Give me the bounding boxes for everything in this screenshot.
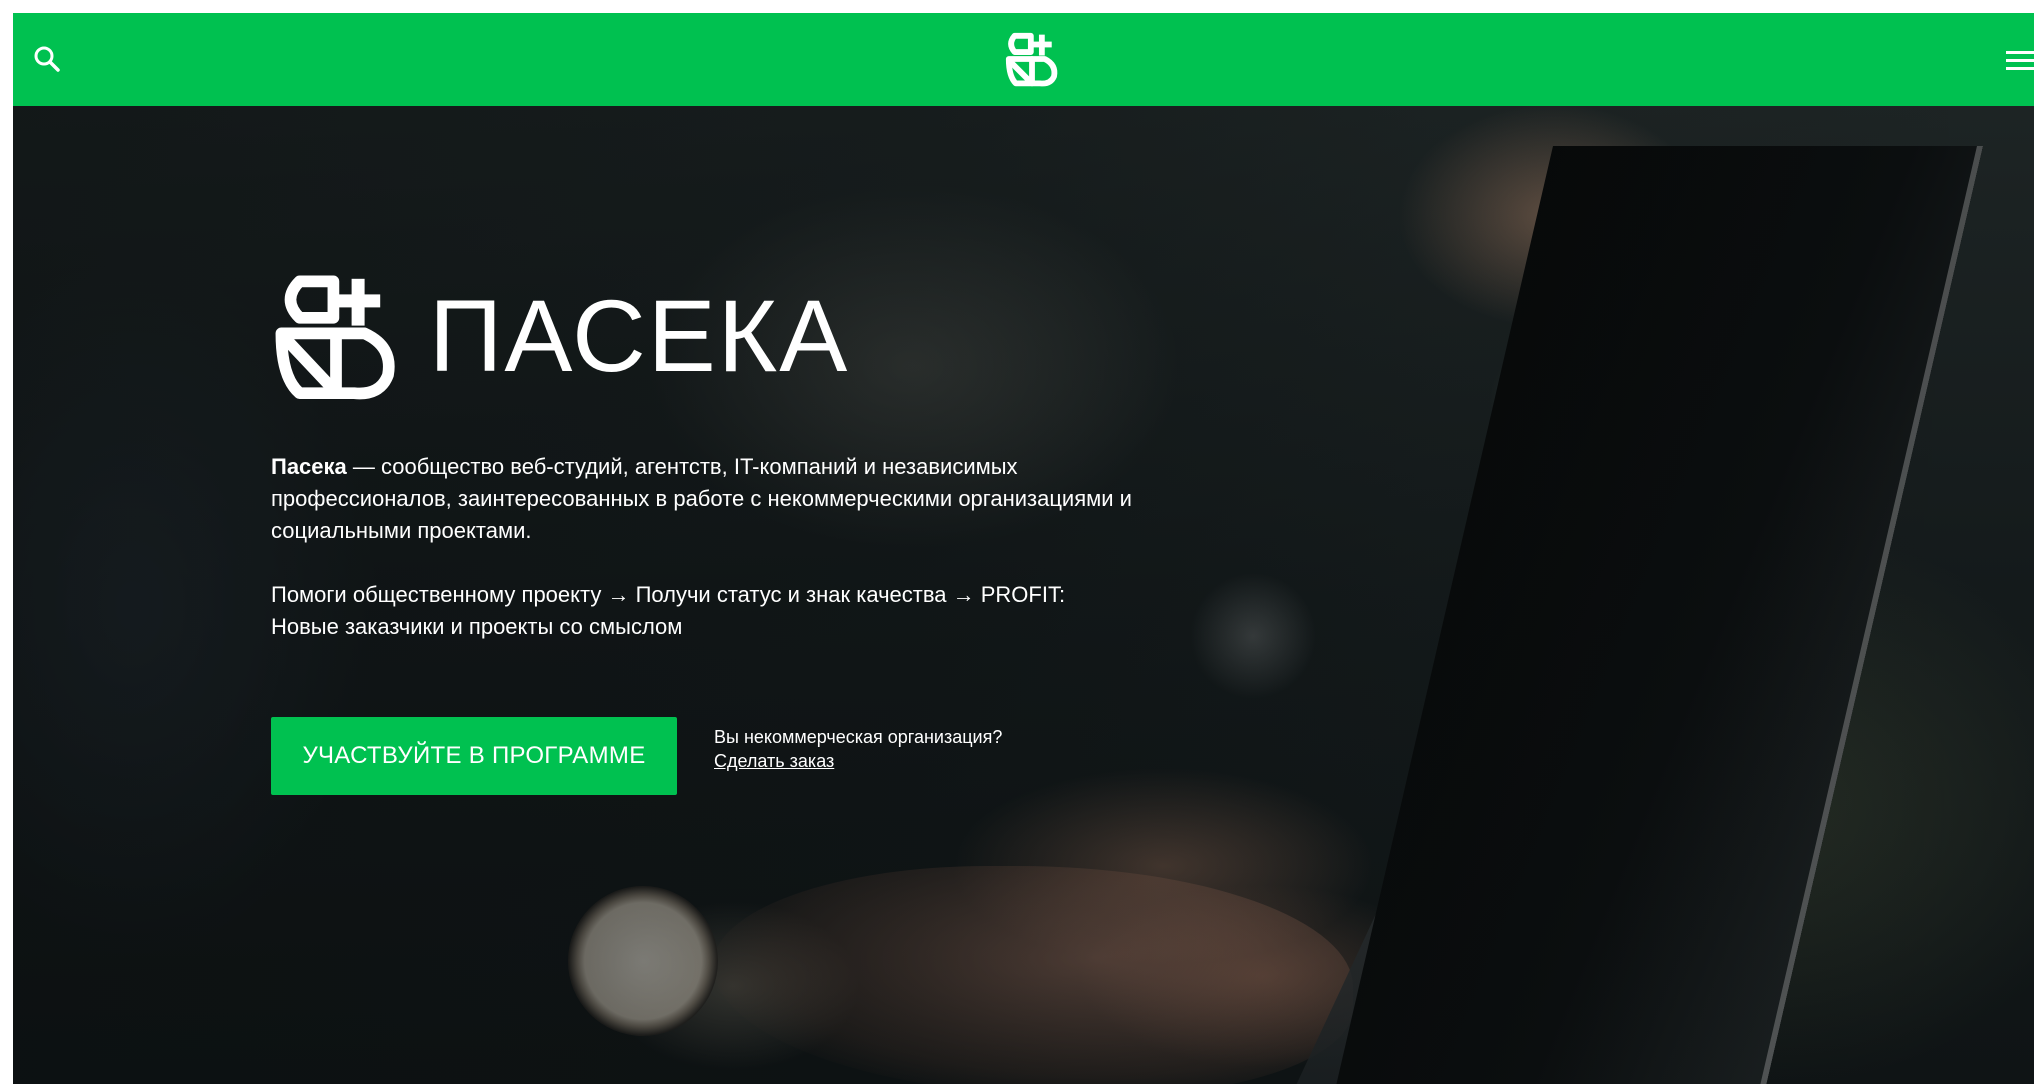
page: ПАСЕКА Пасека — сообщество веб-студий, а… [13, 13, 2034, 1084]
place-order-link[interactable]: Сделать заказ [714, 751, 834, 771]
top-bar [13, 13, 2034, 106]
hero-content: ПАСЕКА Пасека — сообщество веб-студий, а… [271, 271, 1251, 795]
steps-line-1: Помоги общественному проекту → Получи ст… [271, 582, 1066, 607]
hamburger-menu-icon [2006, 51, 2034, 70]
intro-text: Пасека — сообщество веб-студий, агентств… [271, 451, 1171, 547]
nonprofit-question: Вы некоммерческая организация? [714, 727, 1003, 747]
brand-name: ПАСЕКА [429, 279, 850, 393]
intro-bold: Пасека [271, 454, 347, 479]
intro-rest: — сообщество веб-студий, агентств, IT-ко… [271, 454, 1132, 543]
join-program-button[interactable]: УЧАСТВУЙТЕ В ПРОГРАММЕ [271, 717, 677, 795]
steps-line-2: Новые заказчики и проекты со смыслом [271, 614, 683, 639]
cta-row: УЧАСТВУЙТЕ В ПРОГРАММЕ Вы некоммерческая… [271, 717, 1251, 795]
search-icon [34, 46, 60, 72]
nonprofit-block: Вы некоммерческая организация? Сделать з… [714, 725, 1002, 773]
home-logo-link[interactable] [1003, 30, 1061, 88]
brand-lockup: ПАСЕКА [271, 271, 1251, 401]
bee-logo-icon [1005, 32, 1058, 87]
steps-text: Помоги общественному проекту → Получи ст… [271, 579, 1211, 643]
search-button[interactable] [31, 43, 65, 77]
menu-button[interactable] [2006, 49, 2034, 71]
bee-logo-icon [275, 275, 395, 400]
